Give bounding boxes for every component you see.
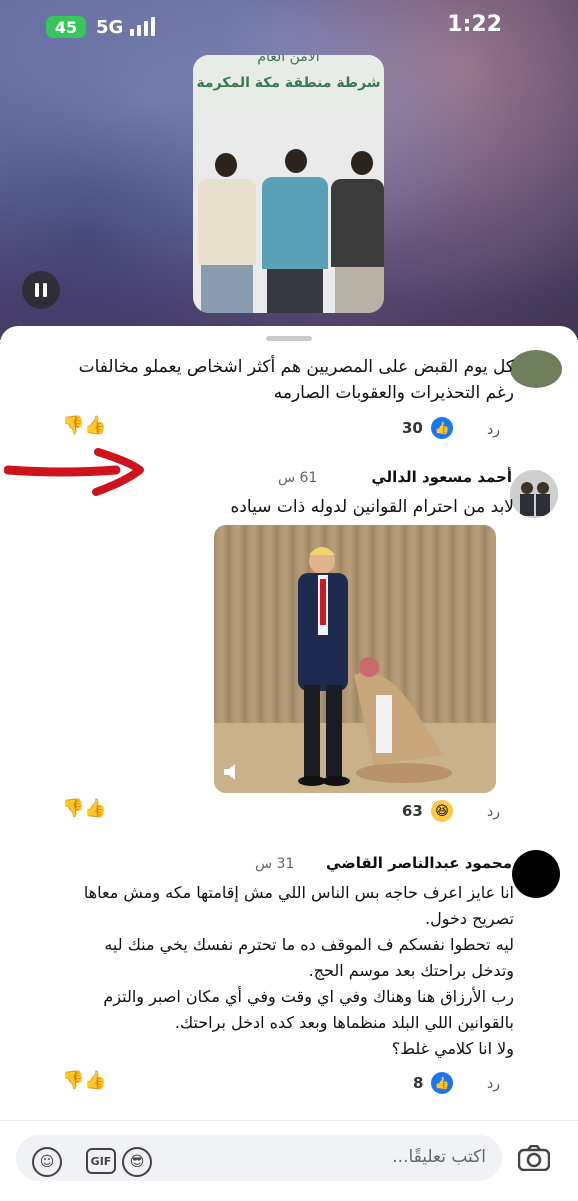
haha-reaction-icon: 😆 [431, 800, 453, 822]
story-subtitle: شرطة منطقة مكة المكرمة [196, 75, 381, 91]
status-bar: 45 5G 1:22 [0, 0, 578, 56]
network-label: 5G [96, 17, 124, 38]
red-arrow-annotation [4, 448, 144, 496]
pause-button[interactable] [22, 271, 60, 309]
thumbs-up-down-icon[interactable]: 👎👍 [62, 798, 107, 819]
comment-timestamp: 61 س [278, 470, 318, 486]
comment-input-placeholder: اكتب تعليقًا... [392, 1147, 486, 1167]
reaction-count: 30 [402, 419, 423, 437]
like-reaction-icon: 👍 [431, 1072, 453, 1094]
comment-composer: اكتب تعليقًا... ☺ GIF 😎 [0, 1120, 578, 1201]
comment-text: انا عايز اعرف حاجه بس الناس اللي مش إقام… [83, 883, 514, 1058]
reply-button[interactable]: رد [487, 422, 500, 438]
battery-indicator: 45 [46, 16, 86, 38]
comment-author[interactable]: محمود عبدالناصر القاضي [326, 854, 512, 872]
reaction-count: 63 [402, 802, 423, 820]
comment-text: كل يوم القبض على المصريين هم أكثر اشخاص … [78, 357, 514, 403]
story-preview[interactable]: الأمن العام شرطة منطقة مكة المكرمة [193, 55, 384, 313]
comment-author[interactable]: أحمد مسعود الدالي [371, 468, 512, 486]
reaction-count: 8 [413, 1074, 424, 1092]
mute-icon[interactable] [220, 759, 240, 785]
comment-input[interactable]: اكتب تعليقًا... ☺ GIF 😎 [16, 1135, 502, 1181]
signal-icon [130, 16, 155, 36]
comment-timestamp: 31 س [255, 856, 295, 872]
status-time: 1:22 [447, 12, 502, 37]
gif-icon[interactable]: GIF [86, 1148, 116, 1174]
thumbs-up-down-icon[interactable]: 👎👍 [62, 1070, 107, 1091]
comment-text: لابد من احترام القوانين لدوله ذات سياده [230, 497, 514, 517]
reply-button[interactable]: رد [487, 804, 500, 820]
camera-icon[interactable] [518, 1145, 550, 1171]
comment-image[interactable] [214, 525, 496, 793]
avatar[interactable] [510, 350, 562, 388]
avatar[interactable] [512, 850, 560, 898]
sheet-drag-handle[interactable] [266, 336, 312, 341]
sticker-icon[interactable]: 😎 [122, 1147, 152, 1177]
story-top-text: الأمن العام [257, 55, 320, 65]
reply-button[interactable]: رد [487, 1076, 500, 1092]
thumbs-up-down-icon[interactable]: 👎👍 [62, 415, 107, 436]
emoji-icon[interactable]: ☺ [32, 1147, 62, 1177]
avatar[interactable] [510, 470, 558, 518]
like-reaction-icon: 👍 [431, 417, 453, 439]
